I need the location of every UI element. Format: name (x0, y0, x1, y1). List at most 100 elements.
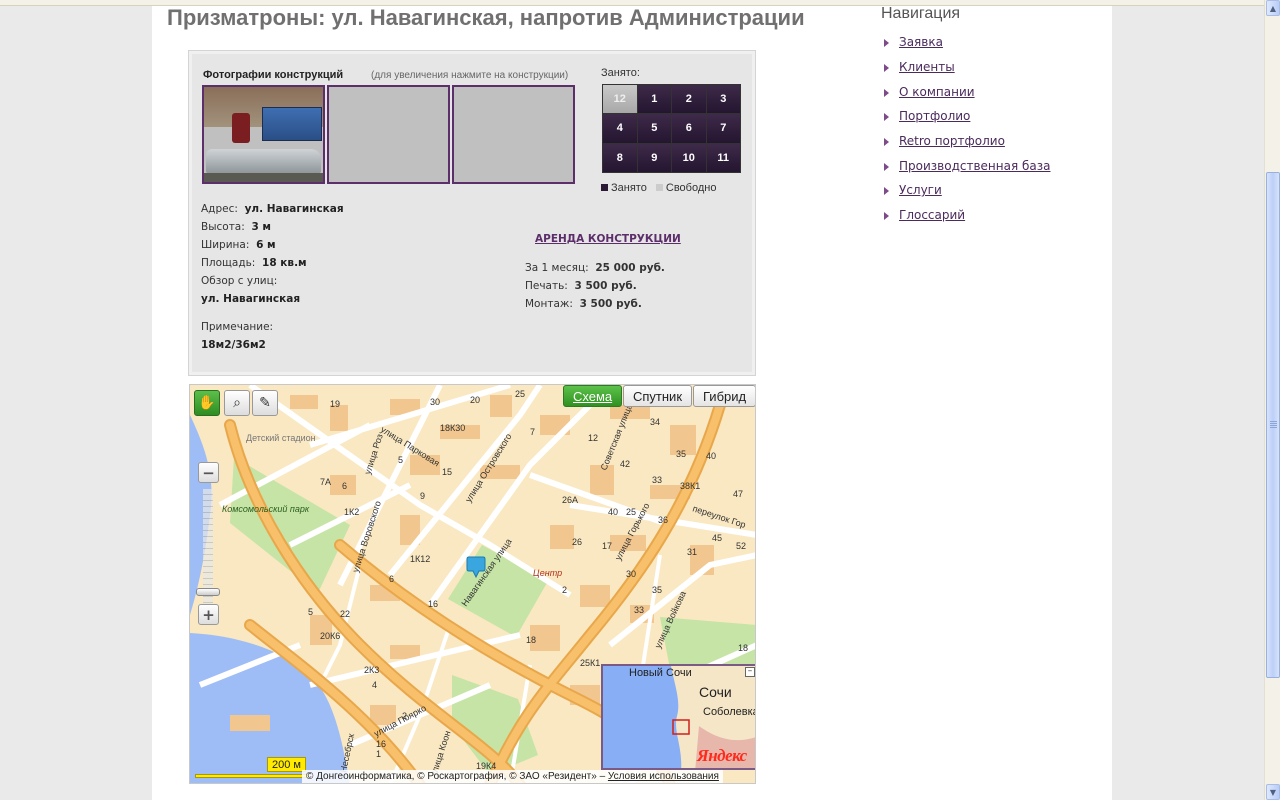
nav-item-glossary[interactable]: Глоссарий (884, 206, 1050, 231)
svg-text:12: 12 (588, 433, 598, 443)
view-street: ул. Навагинская (201, 293, 301, 305)
nav-link-label[interactable]: Глоссарий (899, 208, 965, 222)
nav-link-label[interactable]: Заявка (899, 35, 943, 49)
overview-minimap[interactable]: – Новый Сочи Сочи Соболевка Яндекс (601, 664, 756, 770)
occupancy-cell: 6 (672, 114, 706, 143)
svg-text:9: 9 (420, 491, 425, 501)
svg-text:6: 6 (389, 574, 394, 584)
occupancy-cell: 12 (603, 85, 637, 114)
structure-photo-3[interactable] (452, 85, 575, 184)
area-value: 18 кв.м (262, 257, 307, 269)
arrow-icon (884, 138, 889, 147)
mount-value: 3 500 руб. (579, 298, 642, 310)
yandex-logo: Яндекс (697, 746, 747, 765)
svg-text:42: 42 (620, 459, 630, 469)
map-scale-bar (195, 774, 309, 778)
svg-text:17: 17 (602, 541, 612, 551)
svg-text:30: 30 (430, 397, 440, 407)
ruler-icon[interactable]: ✎ (252, 390, 278, 416)
svg-text:7А: 7А (320, 477, 331, 487)
address-value: ул. Навагинская (244, 203, 344, 215)
svg-text:35: 35 (652, 585, 662, 595)
svg-text:20К6: 20К6 (320, 631, 340, 641)
occupancy-cell: 2 (672, 85, 706, 114)
map-copyright: © Донгеоинформатика, © Роскартография, ©… (302, 770, 723, 783)
scroll-down-button[interactable]: ▼ (1266, 784, 1280, 800)
nav-link-label[interactable]: О компании (899, 85, 975, 99)
svg-text:2К3: 2К3 (364, 665, 379, 675)
occupancy-grid: 12 1 2 3 4 5 6 7 8 9 10 11 (602, 84, 741, 173)
nav-link-label[interactable]: Клиенты (899, 60, 955, 74)
arrow-icon (884, 113, 889, 122)
occupancy-legend: Занято Свободно (601, 182, 716, 194)
svg-text:25К1: 25К1 (580, 658, 600, 668)
arrow-icon (884, 39, 889, 48)
rent-structure-link[interactable]: АРЕНДА КОНСТРУКЦИИ (535, 233, 681, 245)
nav-link-label[interactable]: Услуги (899, 183, 942, 197)
nav-link-label[interactable]: Retro портфолио (899, 134, 1005, 148)
print-label: Печать: (525, 280, 568, 292)
arrow-icon (884, 162, 889, 171)
nav-link-label[interactable]: Производственная база (899, 159, 1050, 173)
photos-title: Фотографии конструкций (203, 69, 344, 81)
occupancy-cell: 4 (603, 114, 637, 143)
label-center: Центр (533, 568, 562, 578)
minimap-area: Соболевка (703, 706, 756, 718)
width-value: 6 м (256, 239, 276, 251)
svg-text:1: 1 (376, 749, 381, 759)
structure-photo-2[interactable] (327, 85, 450, 184)
height-value: 3 м (251, 221, 272, 233)
mount-label: Монтаж: (525, 298, 573, 310)
magnifier-icon[interactable]: ⌕ (224, 390, 250, 416)
height-label: Высота: (201, 221, 245, 233)
hand-icon[interactable]: ✋ (194, 390, 220, 416)
print-price-row: Печать: 3 500 руб. (525, 280, 637, 292)
scrollbar-thumb[interactable] (1266, 172, 1280, 678)
svg-text:2: 2 (562, 585, 567, 595)
area-row: Площадь: 18 кв.м (201, 257, 307, 269)
yandex-map[interactable]: 19 30 20 25 18К30 5 7 12 34 15 42 33 35 40 38К1 47… (189, 384, 756, 784)
view-label: Обзор с улиц: (201, 275, 278, 287)
scroll-up-button[interactable]: ▲ (1266, 0, 1280, 16)
occupancy-cell: 9 (637, 143, 671, 172)
zoom-out-button[interactable]: − (198, 462, 219, 483)
zoom-slider-handle[interactable] (196, 588, 220, 596)
occupancy-cell: 5 (637, 114, 671, 143)
nav-item-request[interactable]: Заявка (884, 33, 1050, 58)
nav-item-portfolio[interactable]: Портфолио (884, 107, 1050, 132)
svg-text:1К12: 1К12 (410, 554, 430, 564)
month-value: 25 000 руб. (595, 262, 665, 274)
map-type-satellite[interactable]: Спутник (623, 385, 693, 407)
map-type-scheme[interactable]: Схема (563, 385, 623, 407)
navigation-list: Заявка Клиенты О компании Портфолио Retr… (884, 33, 1050, 231)
svg-text:26: 26 (572, 537, 582, 547)
zoom-in-button[interactable]: + (198, 604, 219, 625)
nav-item-production[interactable]: Производственная база (884, 156, 1050, 181)
svg-text:16: 16 (428, 599, 438, 609)
vertical-scrollbar[interactable]: ▲ ▼ (1264, 0, 1280, 800)
mount-price-row: Монтаж: 3 500 руб. (525, 298, 642, 310)
svg-text:5: 5 (398, 455, 403, 465)
map-type-hybrid[interactable]: Гибрид (693, 385, 755, 407)
nav-link-label[interactable]: Портфолио (899, 109, 970, 123)
map-scale-label: 200 м (267, 757, 306, 772)
svg-text:45: 45 (712, 533, 722, 543)
legend-busy: Занято (611, 182, 647, 194)
nav-item-about[interactable]: О компании (884, 82, 1050, 107)
height-row: Высота: 3 м (201, 221, 271, 233)
svg-text:6: 6 (342, 481, 347, 491)
svg-text:5: 5 (308, 607, 313, 617)
nav-item-clients[interactable]: Клиенты (884, 58, 1050, 83)
copyright-text: © Донгеоинформатика, © Роскартография, ©… (306, 771, 606, 782)
svg-text:30: 30 (626, 569, 636, 579)
minimap-city2: Сочи (699, 684, 732, 700)
nav-item-retro-portfolio[interactable]: Retro портфолио (884, 132, 1050, 157)
note-text: 18м2/36м2 (201, 339, 266, 351)
nav-item-services[interactable]: Услуги (884, 181, 1050, 206)
svg-text:16: 16 (376, 739, 386, 749)
structure-photo-1[interactable] (202, 85, 325, 184)
svg-text:15: 15 (442, 467, 452, 477)
occupancy-cell: 10 (672, 143, 706, 172)
terms-link[interactable]: Условия использования (608, 771, 719, 782)
minimap-collapse-button[interactable]: – (745, 667, 755, 677)
